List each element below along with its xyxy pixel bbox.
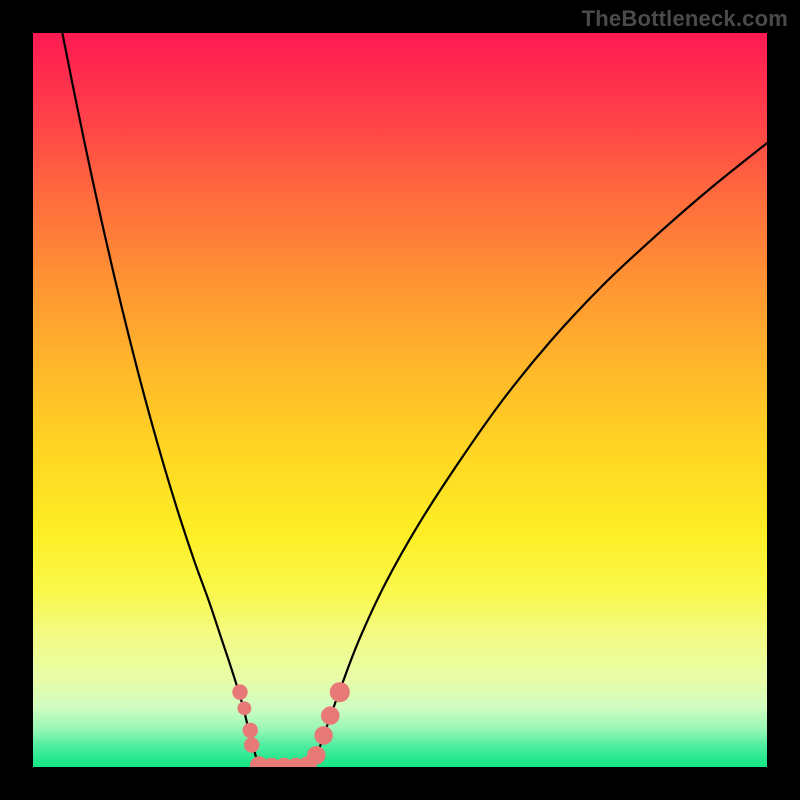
plot-area — [33, 33, 767, 767]
data-marker — [237, 701, 251, 715]
data-marker — [307, 746, 326, 765]
watermark-text: TheBottleneck.com — [582, 6, 788, 32]
marker-group — [232, 682, 350, 767]
curve-group — [62, 33, 767, 767]
chart-frame: TheBottleneck.com — [0, 0, 800, 800]
curve-left-branch — [62, 33, 259, 767]
data-marker — [244, 737, 259, 752]
data-marker — [243, 723, 258, 738]
curve-right-branch — [313, 143, 767, 767]
data-marker — [314, 726, 333, 745]
data-marker — [321, 706, 340, 725]
data-marker — [232, 684, 247, 699]
chart-svg — [33, 33, 767, 767]
data-marker — [330, 682, 350, 702]
